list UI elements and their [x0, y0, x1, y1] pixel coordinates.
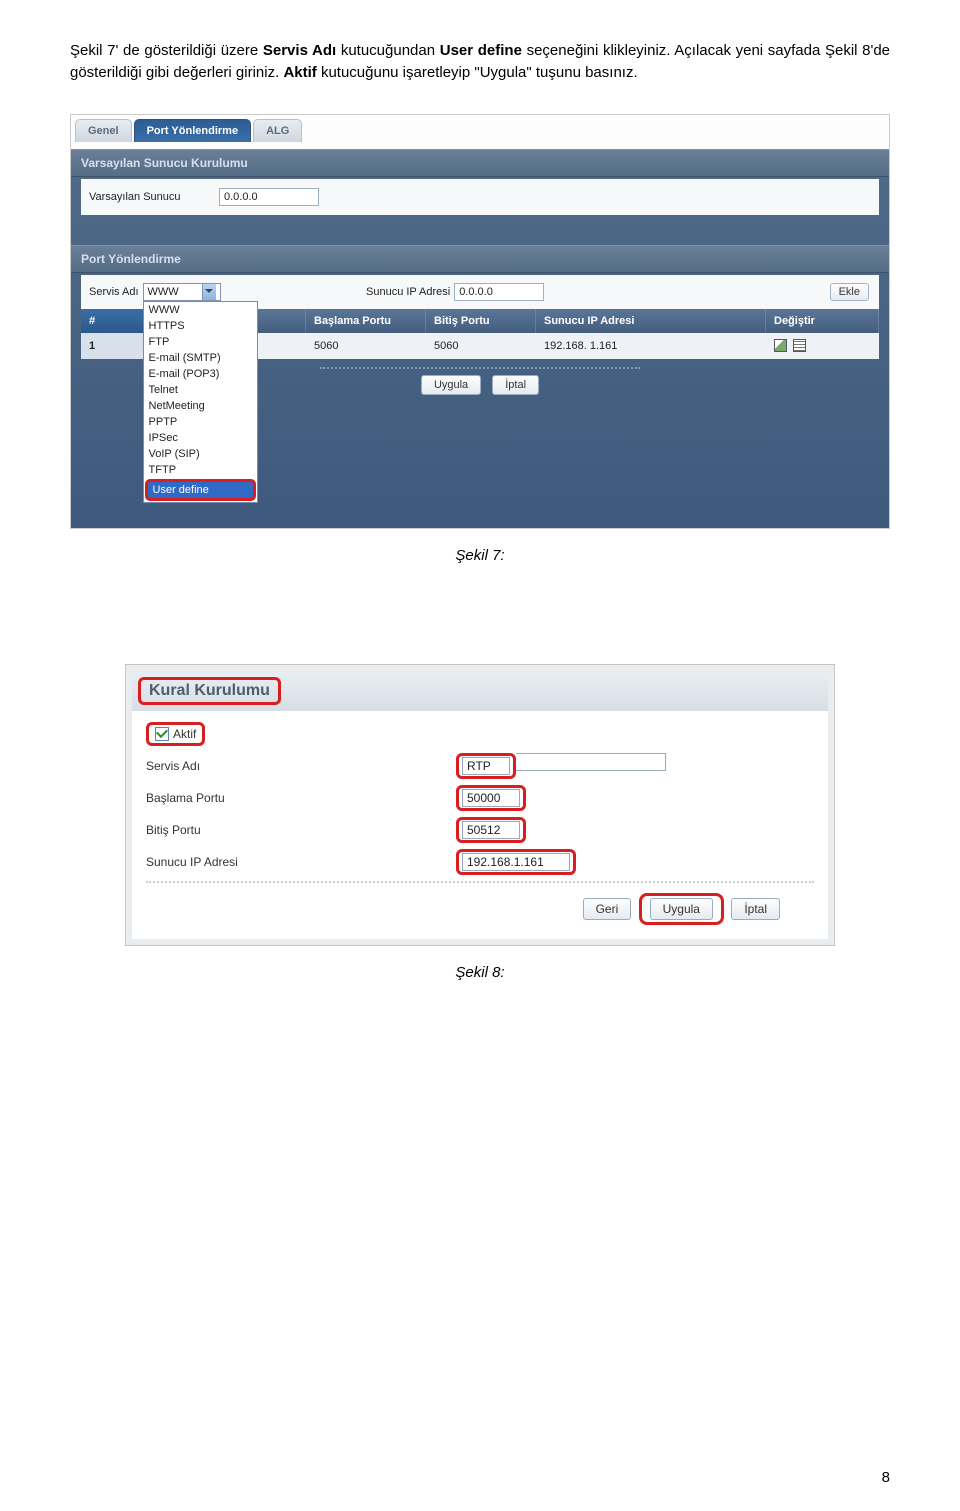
geri-button[interactable]: Geri	[583, 898, 632, 920]
page-number: 8	[882, 1469, 890, 1486]
dd-opt-netmeeting[interactable]: NetMeeting	[144, 398, 257, 414]
delete-icon[interactable]	[793, 339, 806, 352]
row-default-server: Varsayılan Sunucu	[81, 179, 879, 215]
td-bas: 5060	[306, 333, 426, 359]
aktif-label: Aktif	[173, 727, 196, 741]
aktif-wrap: Aktif	[146, 722, 205, 746]
th-ip: Sunucu IP Adresi	[536, 309, 766, 333]
ekle-button[interactable]: Ekle	[830, 283, 869, 301]
dd-opt-pop3[interactable]: E-mail (POP3)	[144, 366, 257, 382]
td-actions	[766, 333, 879, 359]
intro-b3: Aktif	[283, 64, 316, 81]
label-sunucu-ip: Sunucu IP Adresi	[366, 286, 450, 298]
input-servis-ext[interactable]	[516, 753, 666, 771]
tab-genel[interactable]: Genel	[75, 119, 132, 142]
caption-sekil8: Şekil 8:	[70, 964, 890, 981]
divider	[320, 367, 640, 369]
label-ip: Sunucu IP Adresi	[146, 855, 456, 869]
iptal-button[interactable]: İptal	[492, 375, 539, 395]
screenshot-kural-kurulumu: Kural Kurulumu Aktif Servis Adı Başlama …	[125, 664, 835, 946]
dd-opt-tftp[interactable]: TFTP	[144, 462, 257, 478]
dd-opt-ipsec[interactable]: IPSec	[144, 430, 257, 446]
intro-t4: kutucuğunu işaretleyip "Uygula" tuşunu b…	[321, 64, 638, 81]
dd-opt-https[interactable]: HTTPS	[144, 318, 257, 334]
input-ip[interactable]	[462, 853, 570, 871]
tab-port-yonlendirme[interactable]: Port Yönlendirme	[134, 119, 251, 142]
intro-b1: Servis Adı	[263, 42, 336, 59]
dd-opt-smtp[interactable]: E-mail (SMTP)	[144, 350, 257, 366]
dropdown-selected: WWW	[148, 286, 179, 298]
tab-alg[interactable]: ALG	[253, 119, 302, 142]
input-bas[interactable]	[462, 789, 520, 807]
label-servis: Servis Adı	[146, 759, 456, 773]
uygula-button-2[interactable]: Uygula	[650, 898, 713, 920]
edit-icon[interactable]	[774, 339, 787, 352]
section-port-forwarding: Port Yönlendirme	[71, 245, 889, 273]
input-default-server[interactable]	[219, 188, 319, 206]
screenshot-port-forwarding: Genel Port Yönlendirme ALG Varsayılan Su…	[70, 114, 890, 529]
td-ip: 192.168. 1.161	[536, 333, 766, 359]
label-servis-adi: Servis Adı	[89, 286, 139, 298]
dd-opt-telnet[interactable]: Telnet	[144, 382, 257, 398]
intro-paragraph: Şekil 7' de gösterildiği üzere Servis Ad…	[70, 40, 890, 84]
input-sunucu-ip[interactable]	[454, 283, 544, 301]
row-add-rule: Servis Adı WWW WWW HTTPS FTP E-mail (SMT…	[81, 275, 879, 309]
intro-t1: Şekil 7' de gösterildiği üzere	[70, 42, 263, 59]
td-bit: 5060	[426, 333, 536, 359]
th-bit: Bitiş Portu	[426, 309, 536, 333]
label-default-server: Varsayılan Sunucu	[89, 191, 219, 203]
dropdown-servis-adi[interactable]: WWW	[143, 283, 221, 301]
iptal-button-2[interactable]: İptal	[731, 898, 780, 920]
tab-bar: Genel Port Yönlendirme ALG	[75, 119, 302, 142]
chevron-down-icon[interactable]	[202, 284, 216, 300]
label-bas: Başlama Portu	[146, 791, 456, 805]
intro-t2: kutucuğundan	[341, 42, 440, 59]
dd-opt-pptp[interactable]: PPTP	[144, 414, 257, 430]
caption-sekil7: Şekil 7:	[70, 547, 890, 564]
dropdown-list: WWW HTTPS FTP E-mail (SMTP) E-mail (POP3…	[143, 301, 258, 503]
input-servis[interactable]	[462, 757, 510, 775]
dd-opt-voip[interactable]: VoIP (SIP)	[144, 446, 257, 462]
panel-title: Kural Kurulumu	[138, 677, 281, 705]
input-bit[interactable]	[462, 821, 520, 839]
dd-opt-www[interactable]: WWW	[144, 302, 257, 318]
aktif-checkbox[interactable]	[155, 727, 169, 741]
label-bit: Bitiş Portu	[146, 823, 456, 837]
panel-header: Kural Kurulumu	[132, 671, 828, 711]
uygula-button[interactable]: Uygula	[421, 375, 481, 395]
dd-opt-user-define[interactable]: User define	[145, 479, 256, 501]
intro-b2: User define	[440, 42, 522, 59]
th-degistir: Değiştir	[766, 309, 879, 333]
button-bar-2: Geri Uygula İptal	[146, 881, 814, 935]
th-bas: Başlama Portu	[306, 309, 426, 333]
section-default-server: Varsayılan Sunucu Kurulumu	[71, 149, 889, 177]
dd-opt-ftp[interactable]: FTP	[144, 334, 257, 350]
